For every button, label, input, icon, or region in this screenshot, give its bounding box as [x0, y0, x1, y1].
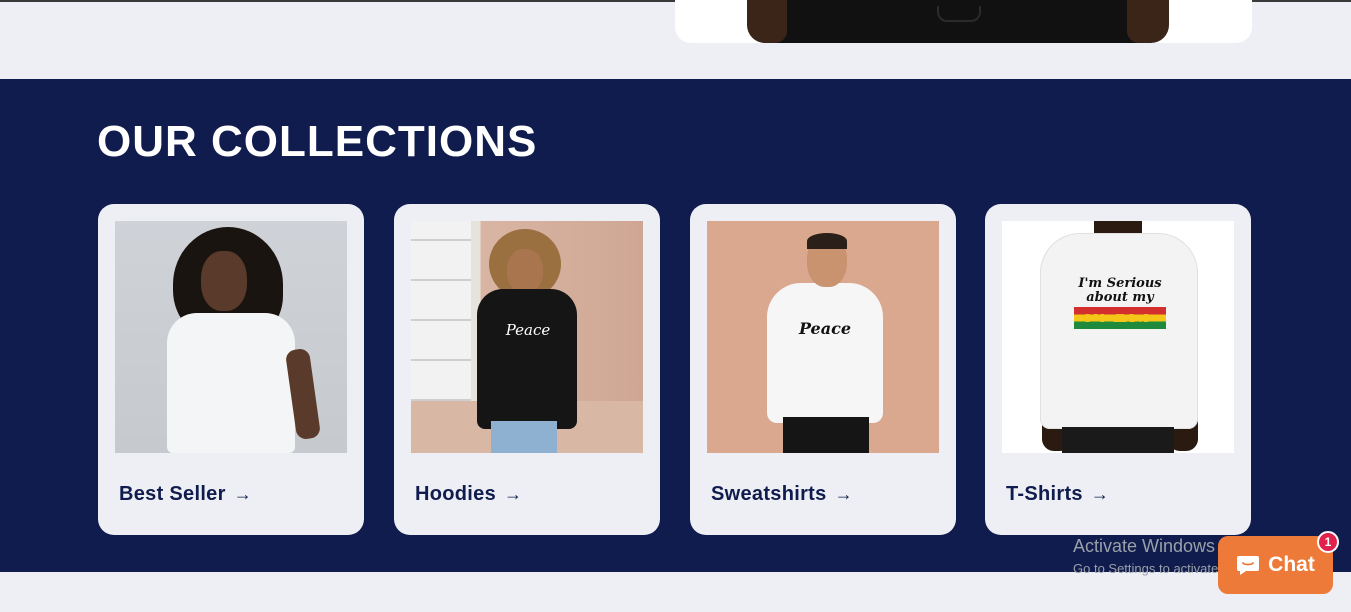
- collection-title: Sweatshirts: [711, 483, 827, 505]
- collection-title: Hoodies: [415, 483, 496, 505]
- collection-label: Best Seller →: [119, 483, 252, 506]
- sweatshirts-image: Peace: [707, 221, 939, 453]
- collection-label: Hoodies →: [415, 483, 522, 506]
- sweatshirt-print-text: Peace: [798, 319, 852, 338]
- chat-bubble-icon: [1237, 556, 1260, 575]
- hero-model-arm: [1127, 0, 1169, 43]
- section-title: OUR COLLECTIONS: [97, 117, 538, 166]
- collections-section: OUR COLLECTIONS Best Seller → Peace Hood…: [0, 79, 1351, 572]
- arrow-right-icon: →: [504, 484, 523, 504]
- tshirt-print-text: I'm Serious about my: [1078, 276, 1162, 305]
- hero-model-arm: [747, 0, 787, 43]
- tshirt-peace-print: PEACE: [1074, 307, 1166, 329]
- collection-title: T-Shirts: [1006, 483, 1083, 505]
- t-shirts-image: I'm Serious about my PEACE: [1002, 221, 1234, 453]
- chat-notification-badge: 1: [1317, 531, 1339, 553]
- chat-label: Chat: [1268, 553, 1315, 576]
- chat-button[interactable]: Chat: [1218, 536, 1333, 594]
- hoodie-print-text: Peace: [505, 321, 551, 339]
- hoodies-image: Peace: [411, 221, 643, 453]
- collection-label: T-Shirts →: [1006, 483, 1109, 506]
- collection-title: Best Seller: [119, 483, 226, 505]
- best-seller-image: [115, 221, 347, 453]
- collection-label: Sweatshirts →: [711, 483, 853, 506]
- collection-card-hoodies[interactable]: Peace Hoodies →: [394, 204, 660, 535]
- arrow-right-icon: →: [1090, 484, 1110, 504]
- hero-drawstring: [937, 6, 981, 22]
- arrow-right-icon: →: [233, 484, 253, 504]
- hero-image-card: [675, 0, 1252, 43]
- arrow-right-icon: →: [834, 484, 853, 504]
- collection-card-t-shirts[interactable]: I'm Serious about my PEACE T-Shirts →: [985, 204, 1251, 535]
- collection-card-best-seller[interactable]: Best Seller →: [98, 204, 364, 535]
- collection-card-sweatshirts[interactable]: Peace Sweatshirts →: [690, 204, 956, 535]
